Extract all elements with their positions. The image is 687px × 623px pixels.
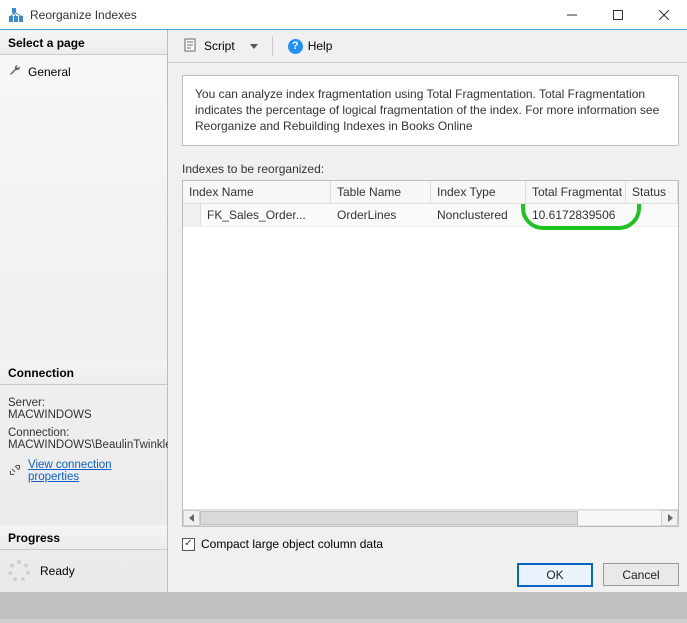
sidebar: Select a page General Connection Server:… <box>0 30 168 592</box>
col-index-name[interactable]: Index Name <box>183 181 331 203</box>
scroll-right-button[interactable] <box>661 510 678 526</box>
indexes-grid: Index Name Table Name Index Type Total F… <box>182 180 679 527</box>
main-inner: You can analyze index fragmentation usin… <box>168 63 687 561</box>
minimize-button[interactable] <box>549 0 595 29</box>
ok-button[interactable]: OK <box>517 563 593 587</box>
help-icon: ? <box>288 39 303 54</box>
dialog-footer: OK Cancel <box>168 561 687 592</box>
cell-total-fragmentation: 10.6172839506 <box>526 204 626 226</box>
titlebar: Reorganize Indexes <box>0 0 687 30</box>
cell-index-name: FK_Sales_Order... <box>201 204 331 226</box>
info-text: You can analyze index fragmentation usin… <box>182 75 679 146</box>
image-border-artifact <box>0 619 687 623</box>
grid-label: Indexes to be reorganized: <box>182 162 679 176</box>
col-total-fragmentation[interactable]: Total Fragmentat <box>526 181 626 203</box>
connection-label: Connection: <box>8 427 159 439</box>
connection-value: MACWINDOWS\BeaulinTwinkle <box>8 439 159 451</box>
col-status[interactable]: Status <box>626 181 678 203</box>
cell-table-name: OrderLines <box>331 204 431 226</box>
progress-spinner-icon <box>8 560 30 582</box>
scroll-left-button[interactable] <box>183 510 200 526</box>
page-list: General <box>0 55 167 88</box>
server-label: Server: <box>8 397 159 409</box>
grid-header: Index Name Table Name Index Type Total F… <box>183 181 678 204</box>
toolbar: Script ? Help <box>168 30 687 63</box>
compact-checkbox-label: Compact large object column data <box>201 537 383 551</box>
toolbar-separator <box>272 36 273 56</box>
progress-body: Ready <box>0 550 167 592</box>
chevron-down-icon <box>250 44 258 49</box>
wrench-icon <box>8 63 22 80</box>
help-label: Help <box>308 39 333 53</box>
main-pane: Script ? Help You can analyze index frag… <box>168 30 687 592</box>
help-button[interactable]: ? Help <box>283 35 338 58</box>
maximize-button[interactable] <box>595 0 641 29</box>
horizontal-scrollbar[interactable] <box>183 509 678 526</box>
window-title: Reorganize Indexes <box>30 8 137 22</box>
cancel-button[interactable]: Cancel <box>603 563 679 586</box>
scroll-track[interactable] <box>200 510 661 526</box>
row-handle[interactable] <box>183 204 201 226</box>
content: Select a page General Connection Server:… <box>0 30 687 592</box>
script-button[interactable]: Script <box>178 33 240 60</box>
script-icon <box>183 37 199 56</box>
view-connection-properties-link[interactable]: View connection properties <box>28 459 159 483</box>
connection-body: Server: MACWINDOWS Connection: MACWINDOW… <box>0 385 167 489</box>
scroll-thumb[interactable] <box>200 511 578 525</box>
progress-status: Ready <box>40 564 75 578</box>
check-icon: ✓ <box>184 539 192 549</box>
titlebar-left: Reorganize Indexes <box>8 7 137 23</box>
sidebar-item-general[interactable]: General <box>8 61 159 82</box>
progress-title: Progress <box>0 525 167 550</box>
app-icon <box>8 7 24 23</box>
server-value: MACWINDOWS <box>8 409 159 421</box>
script-label: Script <box>204 39 235 53</box>
sidebar-item-label: General <box>28 65 71 79</box>
script-dropdown[interactable] <box>246 40 262 53</box>
select-page-title: Select a page <box>0 30 167 55</box>
window-controls <box>549 0 687 29</box>
col-table-name[interactable]: Table Name <box>331 181 431 203</box>
grid-body: FK_Sales_Order... OrderLines Nonclustere… <box>183 204 678 509</box>
connection-title: Connection <box>0 360 167 385</box>
col-index-type[interactable]: Index Type <box>431 181 526 203</box>
cell-index-type: Nonclustered <box>431 204 526 226</box>
compact-checkbox-row[interactable]: ✓ Compact large object column data <box>182 537 679 551</box>
table-row[interactable]: FK_Sales_Order... OrderLines Nonclustere… <box>183 204 678 227</box>
connection-properties-icon <box>8 463 22 480</box>
compact-checkbox[interactable]: ✓ <box>182 538 195 551</box>
cell-status <box>626 211 678 219</box>
close-button[interactable] <box>641 0 687 29</box>
